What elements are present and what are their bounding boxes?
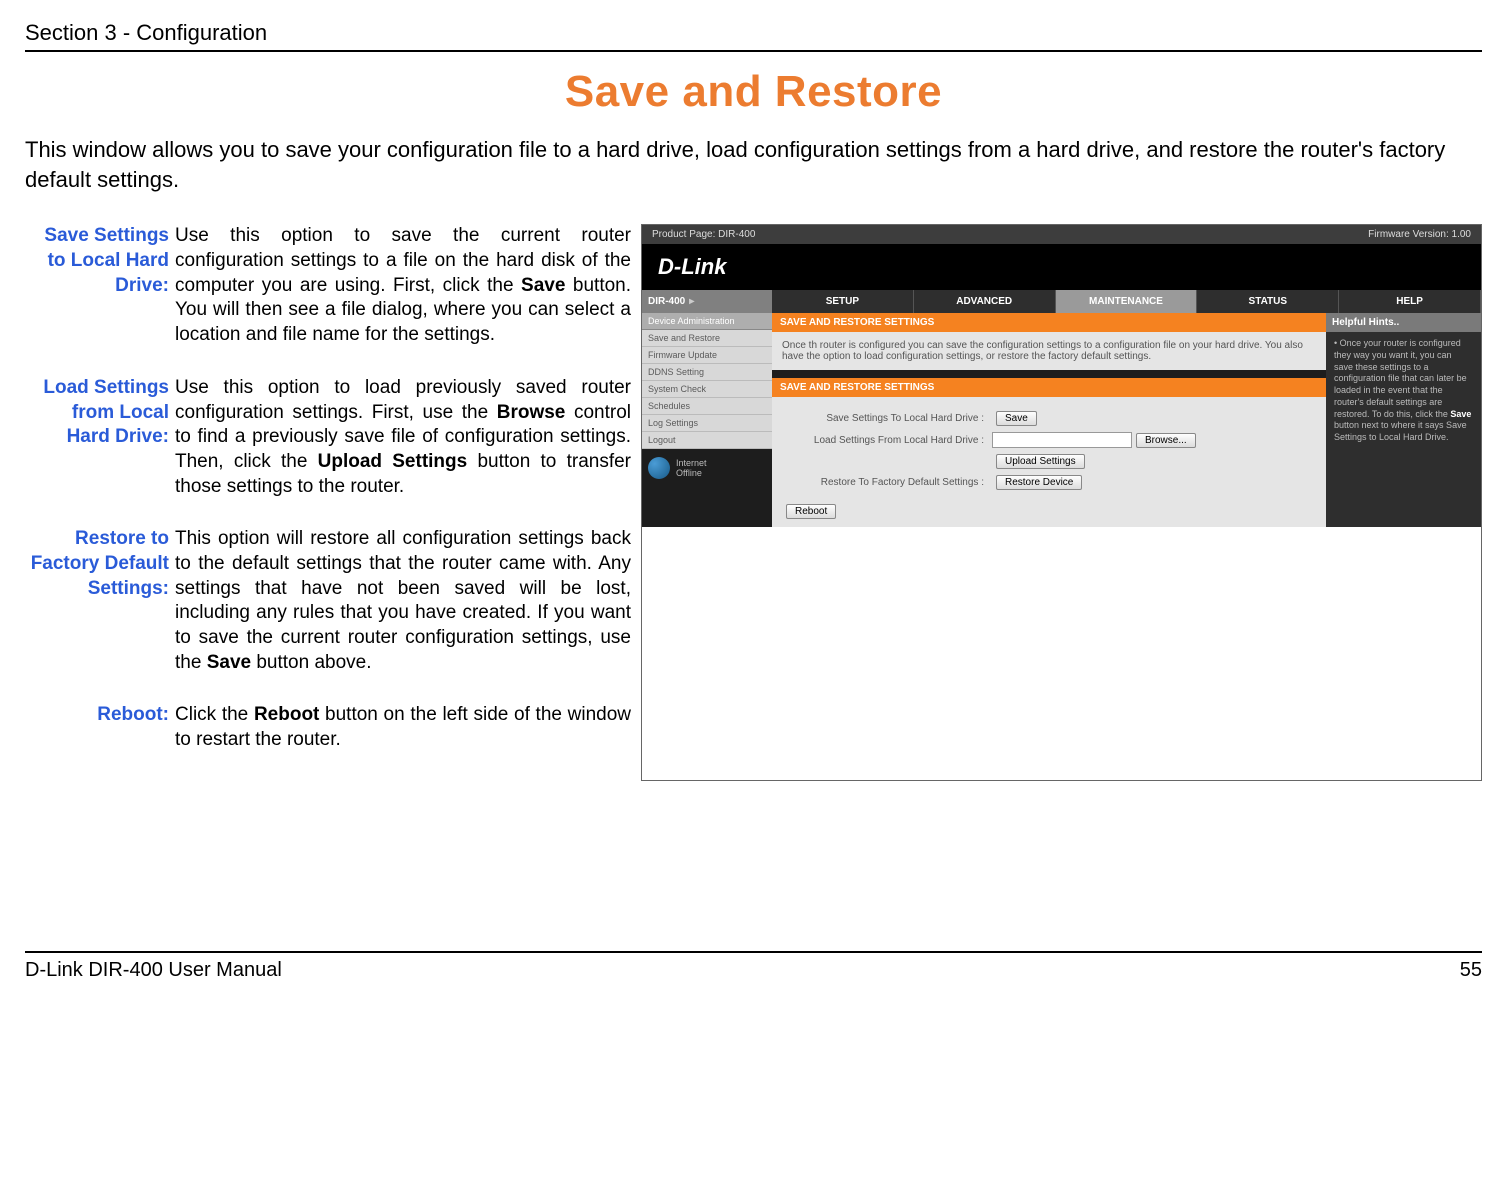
sidebar-item-log[interactable]: Log Settings xyxy=(642,415,772,432)
router-screenshot: Product Page: DIR-400 Firmware Version: … xyxy=(641,224,1482,780)
ss-product-model: DIR-400 xyxy=(718,229,755,240)
tab-maintenance[interactable]: MAINTENANCE xyxy=(1056,290,1198,313)
ss-panel-form-title: SAVE AND RESTORE SETTINGS xyxy=(772,378,1326,397)
chevron-right-icon: ▸ xyxy=(689,296,694,307)
label-load-local: Load Settings From Local Hard Drive : xyxy=(782,435,992,446)
ss-internet-status: Internet Offline xyxy=(642,449,772,487)
ss-logo-bar: D-Link xyxy=(642,244,1481,290)
restore-device-button[interactable]: Restore Device xyxy=(996,475,1082,490)
file-path-input[interactable] xyxy=(992,432,1132,448)
intro-paragraph: This window allows you to save your conf… xyxy=(25,135,1482,194)
ss-sidebar: Device Administration Save and Restore F… xyxy=(642,313,772,527)
def-load-body: Use this option to load previously saved… xyxy=(175,376,631,499)
page-title: Save and Restore xyxy=(25,67,1482,117)
tab-status[interactable]: STATUS xyxy=(1197,290,1339,313)
def-save: Save Settings to Local Hard Drive: Use t… xyxy=(25,224,631,347)
ss-panel-intro-body: Once th router is configured you can sav… xyxy=(772,332,1326,370)
sidebar-item-save-restore[interactable]: Save and Restore xyxy=(642,330,772,347)
ss-topbar: Product Page: DIR-400 Firmware Version: … xyxy=(642,225,1481,244)
label-restore-factory: Restore To Factory Default Settings : xyxy=(782,477,992,488)
globe-icon xyxy=(648,457,670,479)
browse-button[interactable]: Browse... xyxy=(1136,433,1196,448)
ss-hints-title: Helpful Hints.. xyxy=(1326,313,1481,332)
sidebar-item-firmware[interactable]: Firmware Update xyxy=(642,347,772,364)
def-restore-label: Restore to Factory Default Settings: xyxy=(25,527,175,675)
ss-sidebar-title: Device Administration xyxy=(642,313,772,330)
top-rule xyxy=(25,50,1482,52)
def-restore: Restore to Factory Default Settings: Thi… xyxy=(25,527,631,675)
ss-breadcrumb: DIR-400▸ xyxy=(642,290,772,313)
ss-product-label: Product Page: xyxy=(652,229,715,240)
ss-panel-intro-title: SAVE AND RESTORE SETTINGS xyxy=(772,313,1326,332)
sidebar-item-ddns[interactable]: DDNS Setting xyxy=(642,364,772,381)
tab-advanced[interactable]: ADVANCED xyxy=(914,290,1056,313)
dlink-logo: D-Link xyxy=(658,254,726,279)
ss-panel-intro: SAVE AND RESTORE SETTINGS Once th router… xyxy=(772,313,1326,370)
def-save-label: Save Settings to Local Hard Drive: xyxy=(25,224,175,347)
def-save-body: Use this option to save the current rout… xyxy=(175,224,631,347)
def-restore-body: This option will restore all configurati… xyxy=(175,527,631,675)
ss-tabs: SETUP ADVANCED MAINTENANCE STATUS HELP xyxy=(772,290,1481,313)
ss-hints: Helpful Hints.. • Once your router is co… xyxy=(1326,313,1481,527)
def-reboot-label: Reboot: xyxy=(25,703,175,752)
def-load-label: Load Settings from Local Hard Drive: xyxy=(25,376,175,499)
page-number: 55 xyxy=(1460,959,1482,982)
footer-left: D-Link DIR-400 User Manual xyxy=(25,959,282,982)
tab-setup[interactable]: SETUP xyxy=(772,290,914,313)
ss-center: SAVE AND RESTORE SETTINGS Once th router… xyxy=(772,313,1326,527)
def-load: Load Settings from Local Hard Drive: Use… xyxy=(25,376,631,499)
section-header: Section 3 - Configuration xyxy=(25,20,1482,46)
save-button[interactable]: Save xyxy=(996,411,1037,426)
ss-hints-body: • Once your router is configured they wa… xyxy=(1326,332,1481,449)
page-footer: D-Link DIR-400 User Manual 55 xyxy=(25,959,1482,982)
def-reboot: Reboot: Click the Reboot button on the l… xyxy=(25,703,631,752)
ss-panel-form: SAVE AND RESTORE SETTINGS Save Settings … xyxy=(772,378,1326,527)
upload-settings-button[interactable]: Upload Settings xyxy=(996,454,1085,469)
sidebar-item-syscheck[interactable]: System Check xyxy=(642,381,772,398)
ss-firmware: Firmware Version: 1.00 xyxy=(1368,229,1471,240)
definitions-column: Save Settings to Local Hard Drive: Use t… xyxy=(25,224,631,780)
label-save-local: Save Settings To Local Hard Drive : xyxy=(782,413,992,424)
reboot-button[interactable]: Reboot xyxy=(786,504,836,519)
sidebar-item-schedules[interactable]: Schedules xyxy=(642,398,772,415)
def-reboot-body: Click the Reboot button on the left side… xyxy=(175,703,631,752)
bottom-rule xyxy=(25,951,1482,953)
tab-help[interactable]: HELP xyxy=(1339,290,1481,313)
sidebar-item-logout[interactable]: Logout xyxy=(642,432,772,449)
